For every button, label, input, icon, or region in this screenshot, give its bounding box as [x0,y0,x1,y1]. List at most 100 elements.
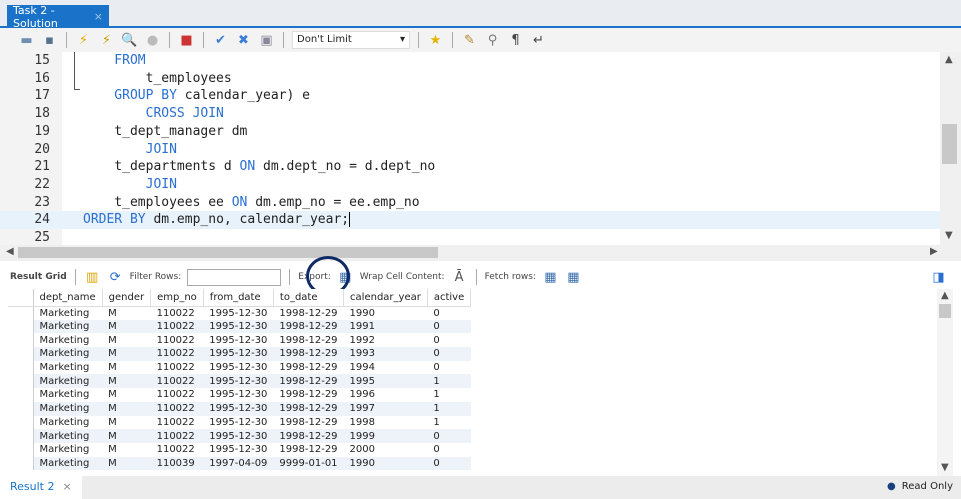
invisible-chars-icon[interactable]: ¶ [507,32,524,49]
table-cell[interactable]: M [102,416,150,430]
column-header-dept_name[interactable]: dept_name [33,289,103,307]
row-header[interactable] [8,401,34,416]
code-line[interactable]: 19 t_dept_manager dm [0,123,940,141]
code-line[interactable]: 18 CROSS JOIN [0,105,940,123]
table-cell[interactable]: 110022 [151,443,204,457]
fetch-all-icon[interactable]: ▦ [565,269,582,286]
table-cell[interactable]: 1999 [343,429,428,443]
table-cell[interactable]: 1 [427,401,471,416]
tab-result-2[interactable]: Result 2 × [0,476,82,499]
table-cell[interactable]: 1995-12-30 [203,374,274,389]
table-cell[interactable]: 1995-12-30 [203,429,274,443]
row-header[interactable] [8,347,34,361]
editor-horizontal-scrollbar[interactable]: ◀ ▶ [0,245,961,261]
table-cell[interactable]: M [102,319,151,334]
editor-vertical-scrollbar[interactable]: ▲ ▼ [940,52,961,245]
limit-rows-select[interactable]: Don't Limit ▾ [292,31,410,49]
find-icon[interactable]: ⚲ [484,32,501,49]
table-row[interactable]: Marketing M 110022 1995-12-30 1998-12-29 1992… [8,333,471,348]
table-cell[interactable]: 1995 [343,374,428,389]
table-cell[interactable]: 1995-12-30 [203,443,273,457]
table-cell[interactable]: 1995-12-30 [203,333,273,347]
table-row[interactable]: Marketing M 110022 1995-12-30 1998-12-29 1998… [8,415,471,430]
table-cell[interactable]: 1995-12-30 [203,347,274,361]
column-header-to_date[interactable]: to_date [273,289,345,307]
grid-vertical-scrollbar[interactable]: ▲ ▼ [937,289,953,476]
table-cell[interactable]: M [102,443,150,457]
table-cell[interactable]: 2000 [344,443,428,457]
grid-layout-icon[interactable]: ▥ [84,269,101,286]
refresh-icon[interactable]: ⟳ [107,269,124,286]
table-cell[interactable]: M [102,401,151,416]
table-cell[interactable]: Marketing [33,319,103,334]
table-cell[interactable]: 1998-12-29 [273,319,344,334]
row-header[interactable] [8,415,34,430]
execute-lightning-icon[interactable]: ⚡ [75,32,92,49]
row-header[interactable] [8,360,34,375]
row-header[interactable] [8,442,34,457]
table-cell[interactable]: Marketing [33,374,103,389]
table-cell[interactable]: 110022 [151,361,204,375]
table-cell[interactable]: 1998-12-29 [273,347,344,361]
table-cell[interactable]: 0 [427,443,470,457]
table-cell[interactable]: 9999-01-01 [273,456,344,471]
table-cell[interactable]: 110022 [150,319,204,334]
table-cell[interactable]: 1995-12-30 [203,306,273,320]
table-cell[interactable]: M [102,347,151,361]
sql-editor[interactable]: 15 FROM 16 t_employees 17 GROUP BY calenda… [0,52,940,245]
table-cell[interactable]: 1995-12-30 [203,361,273,375]
table-row[interactable]: Marketing M 110022 1995-12-30 1998-12-29 1995… [8,374,471,389]
table-cell[interactable]: Marketing [33,416,102,430]
column-header-emp_no[interactable]: emp_no [150,289,204,307]
code-line[interactable]: 20 JOIN [0,141,940,159]
row-header[interactable] [8,319,34,334]
table-row[interactable]: Marketing M 110022 1995-12-30 1998-12-29 1991… [8,319,471,334]
table-cell[interactable]: 1994 [344,361,428,375]
code-line[interactable]: 15 FROM [0,52,940,70]
code-line[interactable]: 22 JOIN [0,176,940,194]
table-cell[interactable]: 1993 [343,347,428,361]
code-line[interactable]: 23 t_employees ee ON dm.emp_no = ee.emp_… [0,194,940,212]
table-cell[interactable]: 110022 [150,401,204,416]
table-cell[interactable]: 0 [427,306,470,320]
code-line[interactable]: 24 ORDER BY dm.emp_no, calendar_year; [0,211,940,229]
row-header[interactable] [8,306,34,320]
table-row[interactable]: Marketing M 110022 1995-12-30 1998-12-29 1994… [8,360,471,375]
code-line[interactable]: 16 t_employees [0,70,940,88]
row-header[interactable] [8,388,34,402]
code-line[interactable]: 21 t_departments d ON dm.dept_no = d.dep… [0,158,940,176]
commit-check-icon[interactable]: ✔ [212,32,229,49]
table-cell[interactable]: M [102,306,150,320]
table-cell[interactable]: 110022 [151,306,204,320]
table-cell[interactable]: Marketing [33,333,102,347]
table-cell[interactable]: 1990 [344,306,428,320]
table-cell[interactable]: Marketing [33,361,102,375]
row-header[interactable] [8,374,34,389]
table-cell[interactable]: M [102,333,150,347]
table-row[interactable]: Marketing M 110022 1995-12-30 1998-12-29 1996… [8,388,471,402]
table-cell[interactable]: 1997 [343,401,428,416]
column-header-active[interactable]: active [427,289,472,307]
column-header-gender[interactable]: gender [102,289,152,307]
table-cell[interactable]: M [102,388,150,402]
table-cell[interactable]: 1998-12-29 [273,306,343,320]
wrap-lines-icon[interactable]: ↵ [530,32,547,49]
table-cell[interactable]: 110022 [151,416,204,430]
table-cell[interactable]: 0 [427,347,471,361]
table-cell[interactable]: 1991 [343,319,428,334]
table-cell[interactable]: 0 [427,333,470,347]
table-cell[interactable]: M [102,456,151,471]
table-cell[interactable]: 110022 [150,429,204,443]
table-cell[interactable]: 1998-12-29 [273,388,343,402]
table-cell[interactable]: M [102,361,150,375]
column-header-from_date[interactable]: from_date [203,289,274,307]
table-cell[interactable]: 110039 [150,456,204,471]
execute-current-icon[interactable]: ⚡ [98,32,115,49]
table-cell[interactable]: Marketing [33,347,103,361]
table-row[interactable]: Marketing M 110022 1995-12-30 1998-12-29 2000… [8,442,471,457]
add-snippet-star-icon[interactable]: ★ [427,32,444,49]
table-cell[interactable]: 1995-12-30 [203,401,274,416]
result-grid[interactable]: dept_name gender emp_no from_date to_date cal… [8,289,938,476]
table-cell[interactable]: 1998-12-29 [273,416,343,430]
table-cell[interactable]: Marketing [33,306,102,320]
